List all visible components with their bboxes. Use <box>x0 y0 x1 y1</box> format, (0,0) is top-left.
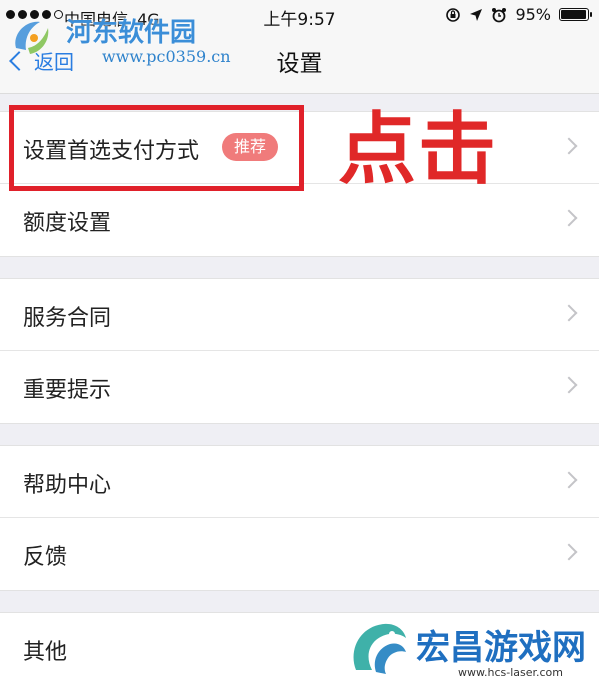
list-item-limit-settings[interactable]: 额度设置 <box>0 184 599 256</box>
list-item-important-notice[interactable]: 重要提示 <box>0 351 599 423</box>
chevron-right-icon <box>560 543 578 561</box>
battery-percent: 95% <box>515 5 551 24</box>
alarm-icon <box>492 7 507 22</box>
settings-section-2: 服务合同 重要提示 <box>0 278 599 424</box>
list-item-label: 服务合同 <box>23 306 112 331</box>
click-annotation: 点击 <box>338 105 499 195</box>
list-item-help-center[interactable]: 帮助中心 <box>0 446 599 518</box>
list-item-label: 重要提示 <box>23 378 112 403</box>
location-arrow-icon <box>470 8 483 21</box>
list-item-label: 额度设置 <box>23 211 112 236</box>
chevron-right-icon <box>560 304 578 322</box>
watermark-site-url-bottom: www.hcs-laser.com <box>458 666 563 679</box>
chevron-right-icon <box>560 137 578 155</box>
status-icons: 95% <box>445 5 592 24</box>
chevron-right-icon <box>560 376 578 394</box>
watermark-bottom: 宏昌游戏网 www.hcs-laser.com <box>346 614 599 685</box>
lock-rotation-icon <box>446 7 461 22</box>
battery-fill <box>561 10 586 19</box>
chevron-right-icon <box>560 471 578 489</box>
navigation-bar: 返回 设置 <box>0 32 599 94</box>
settings-section-3: 帮助中心 反馈 <box>0 445 599 591</box>
page-title: 设置 <box>276 51 323 77</box>
status-bar: 中国电信 4G 上午9:57 95% <box>0 0 599 32</box>
watermark-site-name-bottom: 宏昌游戏网 <box>416 628 586 668</box>
list-item-feedback[interactable]: 反馈 <box>0 518 599 590</box>
dragon-logo-icon <box>353 623 406 674</box>
chevron-right-icon <box>560 209 578 227</box>
list-item-label: 帮助中心 <box>23 473 112 498</box>
battery-icon <box>559 8 592 21</box>
list-item-service-contract[interactable]: 服务合同 <box>0 279 599 351</box>
list-item-label: 反馈 <box>23 545 68 570</box>
list-item-label: 其他 <box>23 640 68 665</box>
highlight-box <box>9 105 304 191</box>
